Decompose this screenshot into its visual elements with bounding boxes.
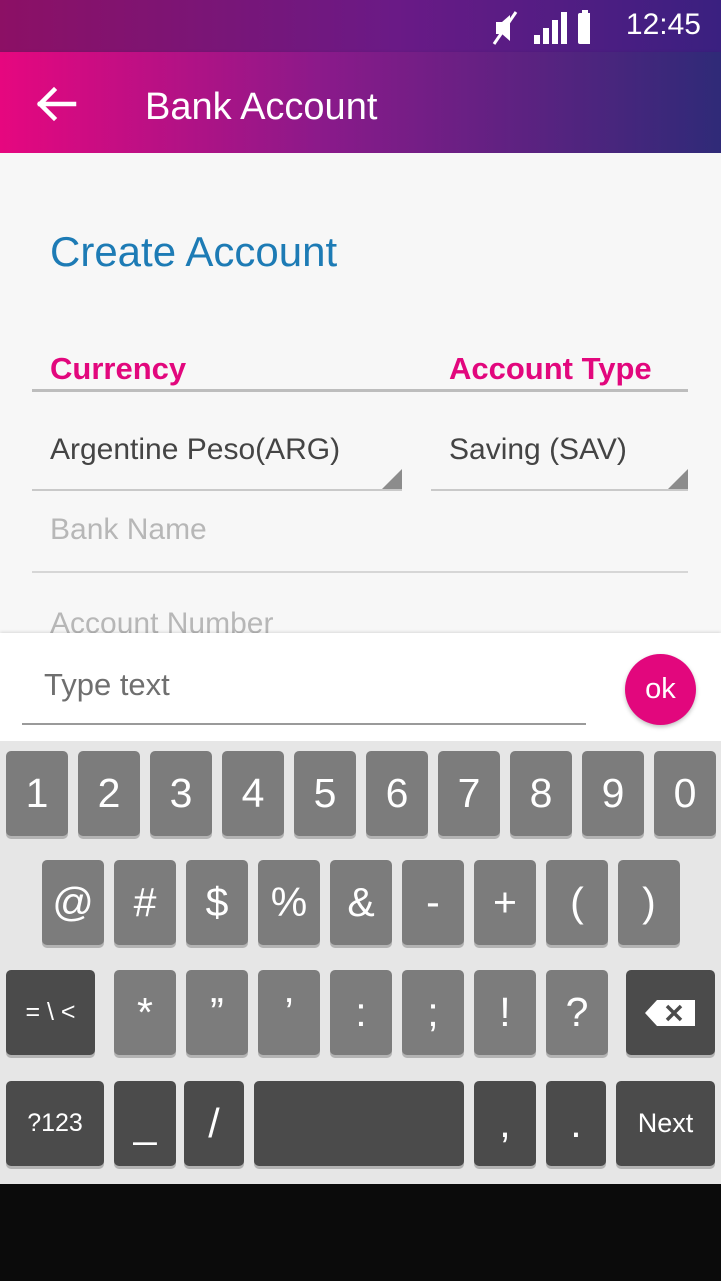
key-double-quote[interactable]: ” <box>186 970 248 1055</box>
currency-value: Argentine Peso(ARG) <box>50 433 341 466</box>
key-0[interactable]: 0 <box>654 751 716 836</box>
key-4[interactable]: 4 <box>222 751 284 836</box>
key-9[interactable]: 9 <box>582 751 644 836</box>
currency-dropdown[interactable]: Argentine Peso(ARG) <box>32 415 402 491</box>
key-7[interactable]: 7 <box>438 751 500 836</box>
key-minus[interactable]: - <box>402 860 464 945</box>
backspace-icon <box>644 999 695 1026</box>
app-title: Bank Account <box>145 86 378 128</box>
bank-name-placeholder: Bank Name <box>50 513 207 546</box>
status-time: 12:45 <box>625 8 701 41</box>
key-close-paren[interactable]: ) <box>618 860 680 945</box>
key-underscore[interactable]: _ <box>114 1081 176 1166</box>
key-3[interactable]: 3 <box>150 751 212 836</box>
type-text-box[interactable] <box>22 653 586 725</box>
key-space[interactable] <box>254 1081 464 1166</box>
status-bar: 12:45 <box>0 0 721 52</box>
key-question[interactable]: ? <box>546 970 608 1055</box>
type-text-input[interactable] <box>44 667 564 703</box>
key-backspace[interactable] <box>626 970 715 1055</box>
key-symbols-toggle[interactable]: ?123 <box>6 1081 104 1166</box>
key-6[interactable]: 6 <box>366 751 428 836</box>
status-icons <box>492 10 590 45</box>
key-1[interactable]: 1 <box>6 751 68 836</box>
key-exclamation[interactable]: ! <box>474 970 536 1055</box>
dropdown-arrow-icon <box>668 469 688 489</box>
signal-icon <box>534 12 567 44</box>
key-5[interactable]: 5 <box>294 751 356 836</box>
key-asterisk[interactable]: * <box>114 970 176 1055</box>
key-semicolon[interactable]: ; <box>402 970 464 1055</box>
account-type-label: Account Type <box>449 351 652 386</box>
key-single-quote[interactable]: ’ <box>258 970 320 1055</box>
key-comma[interactable]: , <box>474 1081 536 1166</box>
key-dollar[interactable]: $ <box>186 860 248 945</box>
dropdown-arrow-icon <box>382 469 402 489</box>
battery-icon <box>578 10 590 44</box>
mute-icon <box>492 11 518 45</box>
ok-button[interactable]: ok <box>625 654 696 725</box>
app-bar: Bank Account <box>0 52 721 153</box>
account-type-dropdown[interactable]: Saving (SAV) <box>431 415 688 491</box>
currency-label: Currency <box>50 351 187 386</box>
keyboard-input-bar: ok <box>0 633 721 741</box>
soft-keyboard: 1 2 3 4 5 6 7 8 9 0 @ # $ % & - + ( ) = … <box>0 741 721 1184</box>
navigation-bar <box>0 1184 721 1281</box>
form-content: Create Account Currency Account Type Arg… <box>0 153 721 667</box>
key-open-paren[interactable]: ( <box>546 860 608 945</box>
key-at[interactable]: @ <box>42 860 104 945</box>
key-2[interactable]: 2 <box>78 751 140 836</box>
account-type-value: Saving (SAV) <box>449 433 627 466</box>
key-slash[interactable]: / <box>184 1081 244 1166</box>
key-ampersand[interactable]: & <box>330 860 392 945</box>
arrow-left-icon <box>36 86 77 122</box>
key-next[interactable]: Next <box>616 1081 715 1166</box>
key-period[interactable]: . <box>546 1081 606 1166</box>
label-divider <box>32 389 688 392</box>
key-colon[interactable]: : <box>330 970 392 1055</box>
key-more-symbols[interactable]: = \ < <box>6 970 95 1055</box>
form-heading: Create Account <box>50 228 338 275</box>
back-button[interactable] <box>30 82 82 126</box>
bank-name-field[interactable]: Bank Name <box>32 499 688 573</box>
key-hash[interactable]: # <box>114 860 176 945</box>
key-plus[interactable]: + <box>474 860 536 945</box>
key-percent[interactable]: % <box>258 860 320 945</box>
key-8[interactable]: 8 <box>510 751 572 836</box>
